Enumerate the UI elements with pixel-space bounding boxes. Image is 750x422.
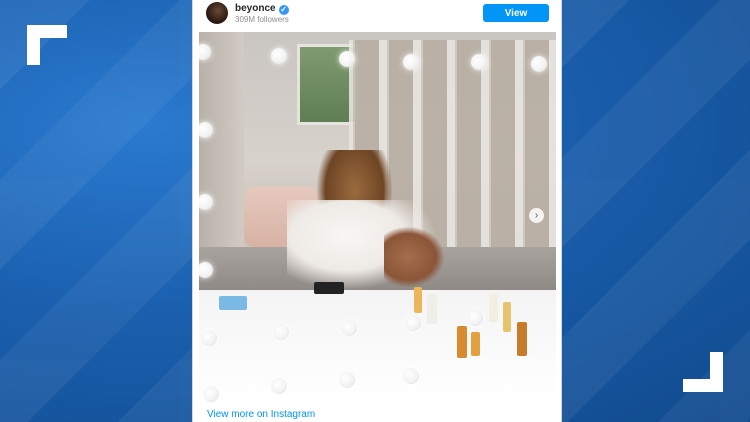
corner-bracket-top-left: [27, 25, 67, 65]
mirror-bulb: [403, 54, 419, 70]
photo-bottle: [489, 294, 498, 322]
corner-bracket-bottom-right: [683, 352, 723, 392]
embed-header: beyonce✓ 309M followers View profile: [193, 0, 561, 37]
username[interactable]: beyonce ✓: [235, 3, 289, 15]
username-text[interactable]: beyonce: [235, 3, 276, 14]
photo-bottle: [457, 326, 467, 358]
view-more-link[interactable]: View more on Instagram: [207, 409, 315, 420]
photo-bottle: [517, 322, 527, 356]
photo-container: [219, 296, 247, 310]
instagram-embed: beyonce✓ 309M followers View profile: [192, 0, 562, 422]
mirror-bulb: [203, 386, 219, 402]
mirror-bulb: [403, 368, 419, 384]
avatar[interactable]: [206, 2, 228, 24]
post-photo[interactable]: ›: [199, 32, 556, 402]
photo-bottle: [503, 302, 511, 332]
mirror-bulb: [531, 56, 547, 72]
photo-bottle: [427, 294, 437, 324]
view-profile-button[interactable]: View profile: [483, 4, 549, 37]
mirror-bulb: [467, 310, 483, 326]
photo-wall: [199, 32, 244, 282]
mirror-bulb: [471, 54, 487, 70]
mirror-bulb: [273, 324, 289, 340]
mirror-bulb: [271, 378, 287, 394]
photo-bottle: [471, 332, 480, 356]
mirror-bulb: [339, 51, 355, 67]
mirror-bulb: [339, 372, 355, 388]
chevron-right-icon[interactable]: ›: [529, 208, 544, 223]
follower-count: 309M followers: [235, 15, 289, 24]
photo-bottle: [414, 287, 422, 313]
mirror-bulb: [341, 320, 357, 336]
mirror-bulb: [271, 48, 287, 64]
mirror-bulb: [405, 315, 421, 331]
photo-hair-dryer: [314, 282, 344, 294]
verified-badge-icon: ✓: [278, 5, 289, 15]
mirror-bulb: [201, 330, 217, 346]
photo-person-legs: [384, 227, 444, 287]
